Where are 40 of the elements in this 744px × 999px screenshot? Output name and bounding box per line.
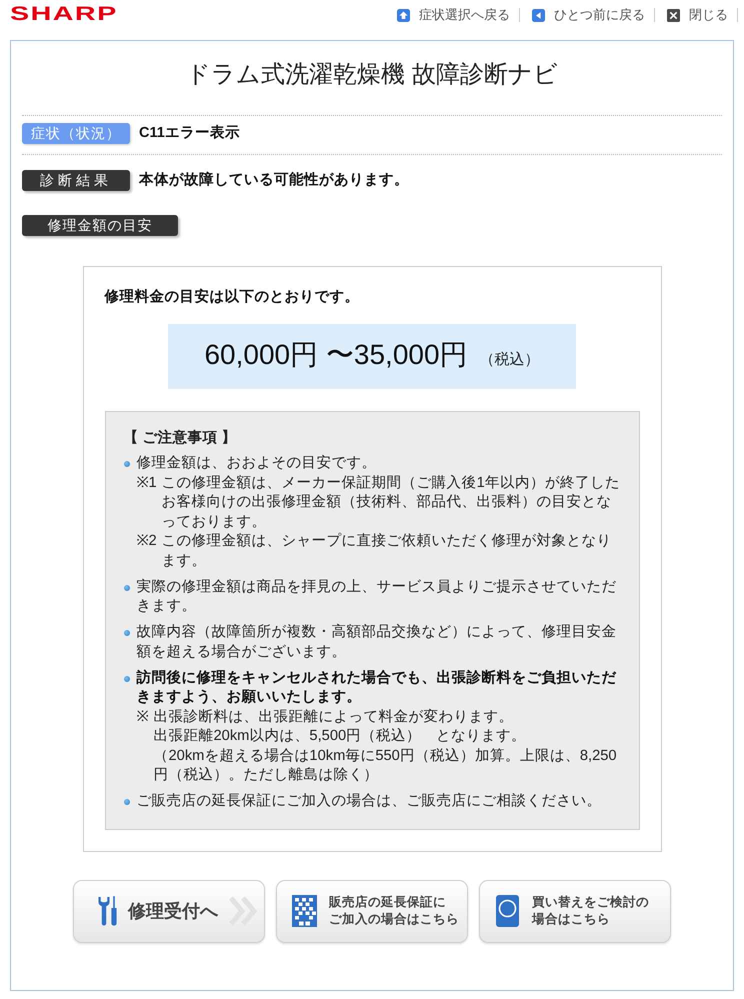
row-value: 本体が故障している可能性があります。: [139, 170, 409, 190]
section-label: 症状（状況）: [22, 123, 130, 144]
bullet-icon: [124, 676, 130, 682]
washing-machine-icon: [496, 895, 519, 927]
note-marker: ※1: [136, 474, 157, 492]
notice-text: 実際の修理金額は商品を拝見の上、サービス員よりご提示させていただきます。: [136, 578, 618, 616]
nav-button[interactable]: 買い替えをご検討の 場合はこちら: [479, 880, 671, 942]
section-label: 診断結果: [22, 170, 130, 191]
estimate-intro: 修理料金の目安は以下のとおりです。: [104, 287, 360, 307]
note-text: 出張距離20km以内は、5,500円（税込） となります。: [154, 727, 528, 746]
row-value: C11エラー表示: [139, 124, 240, 143]
bullet-icon: [124, 630, 130, 636]
nav-link[interactable]: 閉じる: [667, 6, 728, 24]
double-chevron-icon: [228, 895, 258, 927]
building-icon: [292, 895, 317, 927]
notice-text: ご販売店の延長保証にご加入の場合は、ご販売店にご相談ください。: [136, 792, 602, 811]
price-range: 60,000円 〜35,000円: [204, 338, 468, 372]
bullet-icon: [124, 461, 130, 467]
bullet-icon: [124, 799, 130, 805]
notice-text: 故障内容（故障箇所が複数・高額部品交換など）によって、修理目安金額を超える場合がございます。: [136, 623, 618, 662]
note-text: この修理金額は、メーカー保証期間（ご購入後1年以内）が終了したお客様向けの出張修理金額（技術料、部品代、出張料）の目安となっております。: [162, 474, 620, 532]
note-marker: ※2: [136, 532, 157, 551]
nav-button[interactable]: 修理受付へ: [73, 880, 265, 942]
up-arrow-icon: [397, 8, 410, 22]
notice-text: 修理金額は、おおよその目安です。: [136, 454, 378, 473]
bullet-icon: [124, 584, 130, 590]
nav-link[interactable]: ひとつ前に戻る: [532, 6, 645, 24]
nav-link[interactable]: 症状選択へ戻る: [397, 6, 510, 24]
tax-note: （税込）: [480, 350, 540, 370]
notice-heading: 【 ご注意事項 】: [124, 429, 238, 448]
nav-button[interactable]: 販売店の延長保証に ご加入の場合はこちら: [276, 880, 468, 942]
note-text: 出張診断料は、出張距離によって料金が変わります。: [154, 708, 514, 726]
section-label: 修理金額の目安: [22, 215, 178, 236]
notice-text: 訪問後に修理をキャンセルされた場合でも、出張診断料をご負担いただきますよう、お願いいたします。: [136, 668, 618, 707]
close-icon: [667, 8, 680, 22]
logo: SHARP: [10, 5, 118, 24]
note-text: この修理金額は、シャープに直接ご依頼いただく修理が対象となります。: [162, 532, 613, 570]
note-text: （20kmを超える場合は10km毎に550円（税込）加算。上限は、8,250円（税込）。ただし離島は除く）: [154, 746, 618, 785]
page-title: ドラム式洗濯乾燥機 故障診断ナビ: [185, 60, 559, 90]
note-marker: ※: [136, 708, 148, 726]
